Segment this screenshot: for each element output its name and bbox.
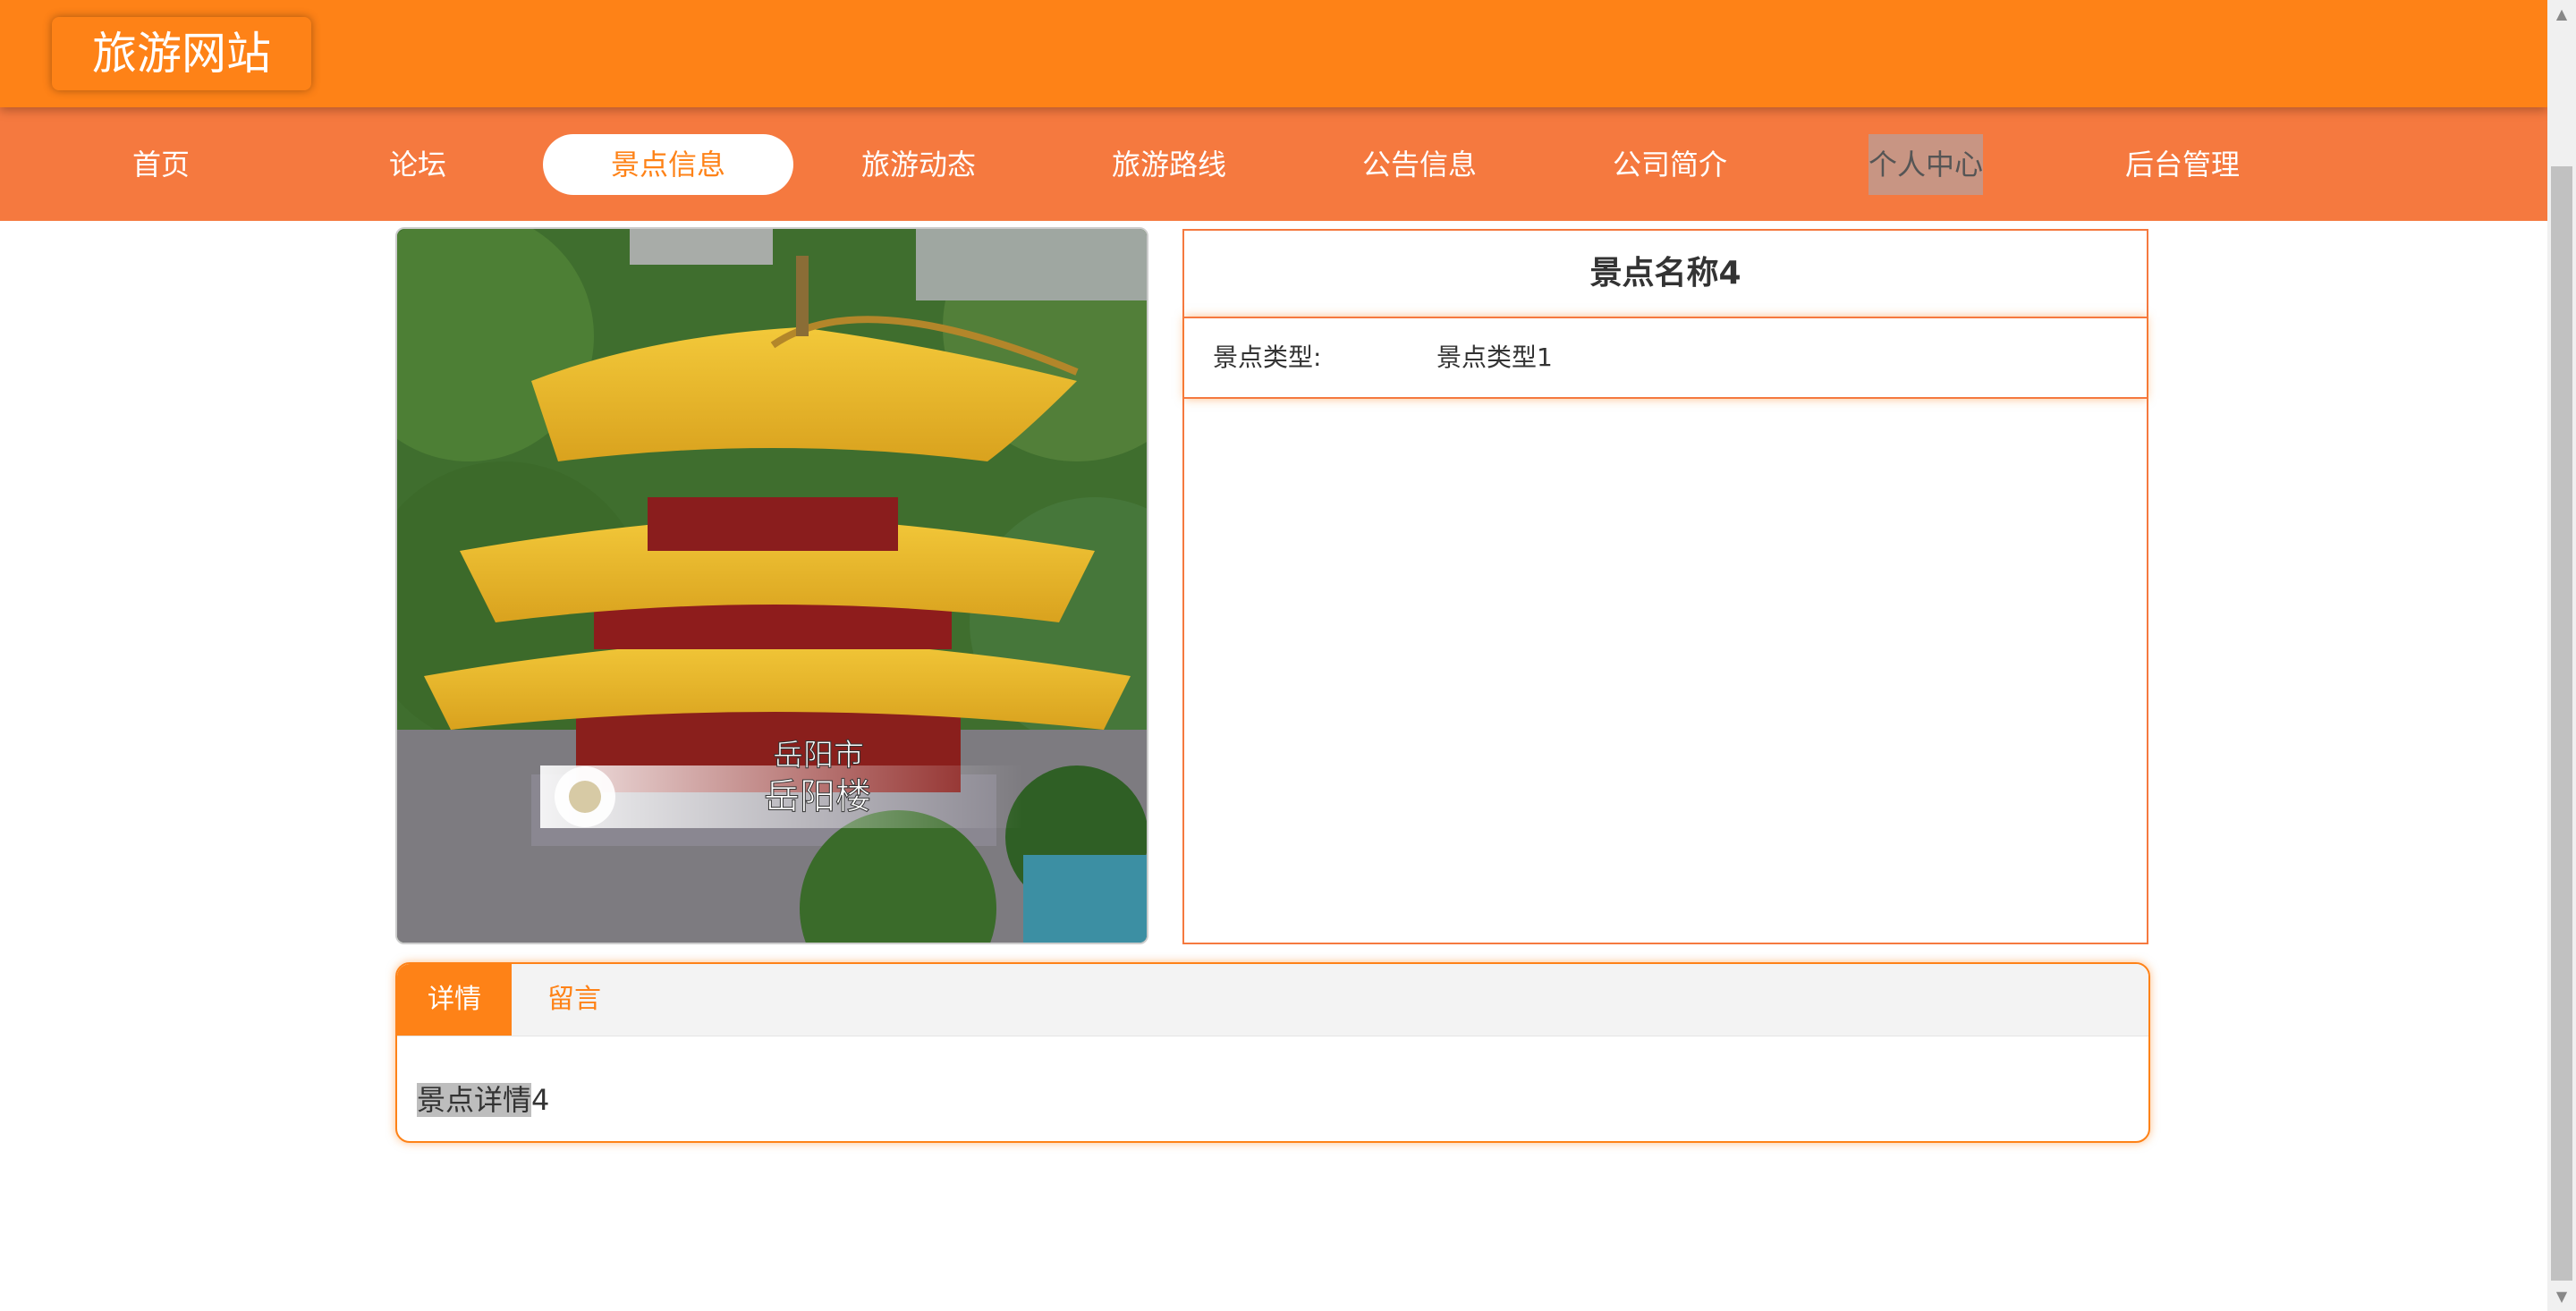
nav-travel-news[interactable]: 旅游动态 (793, 134, 1044, 195)
attraction-title: 景点名称4 (1589, 255, 1741, 292)
caption-landmark: 岳阳楼 (764, 776, 871, 817)
tab-comments[interactable]: 留言 (512, 964, 637, 1036)
type-label: 景点类型: (1213, 343, 1322, 372)
attraction-info-panel: 景点名称4 景点类型: 景点类型1 (1182, 229, 2148, 944)
nav-travel-routes[interactable]: 旅游路线 (1044, 134, 1294, 195)
detail-text-rest: 4 (531, 1083, 550, 1117)
detail-tabs-panel: 详情 留言 景点详情4 (395, 962, 2150, 1143)
nav-personal-center[interactable]: 个人中心 (1868, 134, 1983, 195)
detail-content: 景点详情4 (417, 1080, 549, 1120)
nav-announcements[interactable]: 公告信息 (1294, 134, 1545, 195)
tab-details[interactable]: 详情 (397, 964, 512, 1036)
caption-city: 岳阳市 (773, 738, 864, 774)
site-logo[interactable]: 旅游网站 (52, 17, 311, 90)
tab-strip: 详情 留言 (397, 964, 2148, 1036)
site-header: 旅游网站 (0, 0, 2547, 107)
type-value: 景点类型1 (1436, 343, 1553, 372)
vertical-scrollbar[interactable]: ▲ ▼ (2547, 0, 2576, 1311)
detail-text-selected: 景点详情 (417, 1083, 532, 1117)
scroll-down-icon[interactable]: ▼ (2547, 1282, 2576, 1311)
attraction-type-row: 景点类型: 景点类型1 (1184, 317, 2147, 399)
nav-admin[interactable]: 后台管理 (2057, 134, 2308, 195)
nav-forum[interactable]: 论坛 (292, 134, 543, 195)
nav-company-intro[interactable]: 公司简介 (1545, 134, 1795, 195)
nav-home[interactable]: 首页 (36, 134, 286, 195)
scrollbar-thumb[interactable] (2551, 166, 2572, 1281)
nav-attractions[interactable]: 景点信息 (543, 134, 793, 195)
attraction-image: 岳阳市 岳阳楼 (395, 227, 1148, 944)
main-nav: 首页 论坛 景点信息 旅游动态 旅游路线 公告信息 公司简介 个人中心 后台管理 (0, 107, 2547, 221)
scroll-up-icon[interactable]: ▲ (2547, 0, 2576, 29)
